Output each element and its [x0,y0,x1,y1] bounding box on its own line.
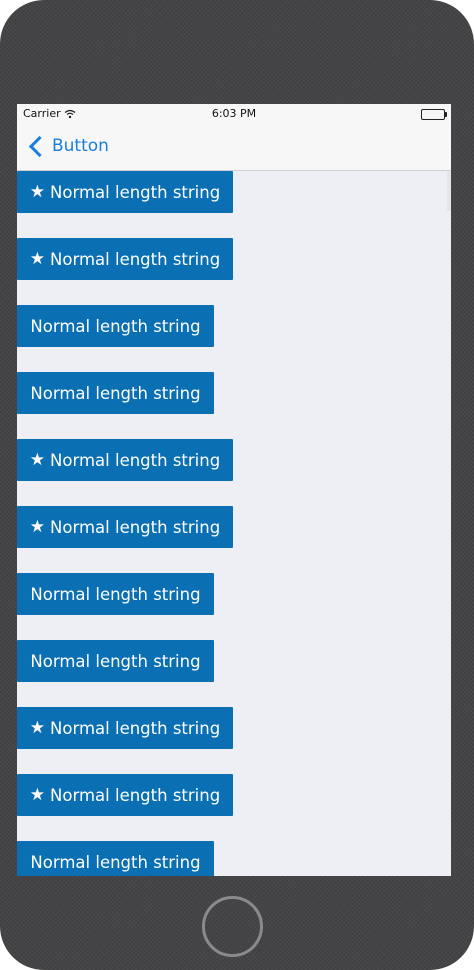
list-button-label: Normal length string [30,651,201,671]
list-button-label: Normal length string [30,852,201,872]
home-button[interactable] [202,896,263,957]
scroll-edge [447,171,451,211]
list-button[interactable]: ★ Normal length string [17,238,233,280]
list-button-label: Normal length string [50,182,221,202]
list-button-label: Normal length string [30,383,201,403]
star-icon: ★ [29,249,46,269]
star-icon: ★ [29,182,46,202]
list-button[interactable]: Normal length string [17,305,214,347]
status-time: 6:03 PM [211,107,257,120]
list-button-label: Normal length string [50,249,221,269]
list-button[interactable]: Normal length string [17,640,214,682]
battery-icon [421,109,447,120]
phone-frame: Carrier 6:03 PM Button ★ Normal length st… [0,0,474,970]
list-button[interactable]: Normal length string [17,372,214,414]
chevron-left-icon [28,135,51,157]
list-button-label: Normal length string [50,450,221,470]
list-button-label: Normal length string [30,584,201,604]
list-button-label: Normal length string [30,316,201,336]
navigation-bar: Button [17,124,451,171]
list-button[interactable]: ★ Normal length string [17,439,233,481]
screen: Carrier 6:03 PM Button ★ Normal length st… [17,104,451,876]
list-button[interactable]: ★ Normal length string [17,171,233,213]
list-button-label: Normal length string [50,785,221,805]
list-button[interactable]: Normal length string [17,841,214,876]
list-button[interactable]: ★ Normal length string [17,707,233,749]
list-button[interactable]: ★ Normal length string [17,506,233,548]
list-button-label: Normal length string [50,517,221,537]
star-icon: ★ [29,517,46,537]
star-icon: ★ [29,718,46,738]
star-icon: ★ [29,785,46,805]
status-bar: Carrier 6:03 PM [17,104,451,124]
list-button[interactable]: Normal length string [17,573,214,615]
list-button[interactable]: ★ Normal length string [17,774,233,816]
back-button-label: Button [52,136,109,156]
list-button-label: Normal length string [50,718,221,738]
star-icon: ★ [29,450,46,470]
back-button[interactable]: Button [28,135,109,157]
button-list[interactable]: ★ Normal length string ★ Normal length stri… [17,171,451,876]
